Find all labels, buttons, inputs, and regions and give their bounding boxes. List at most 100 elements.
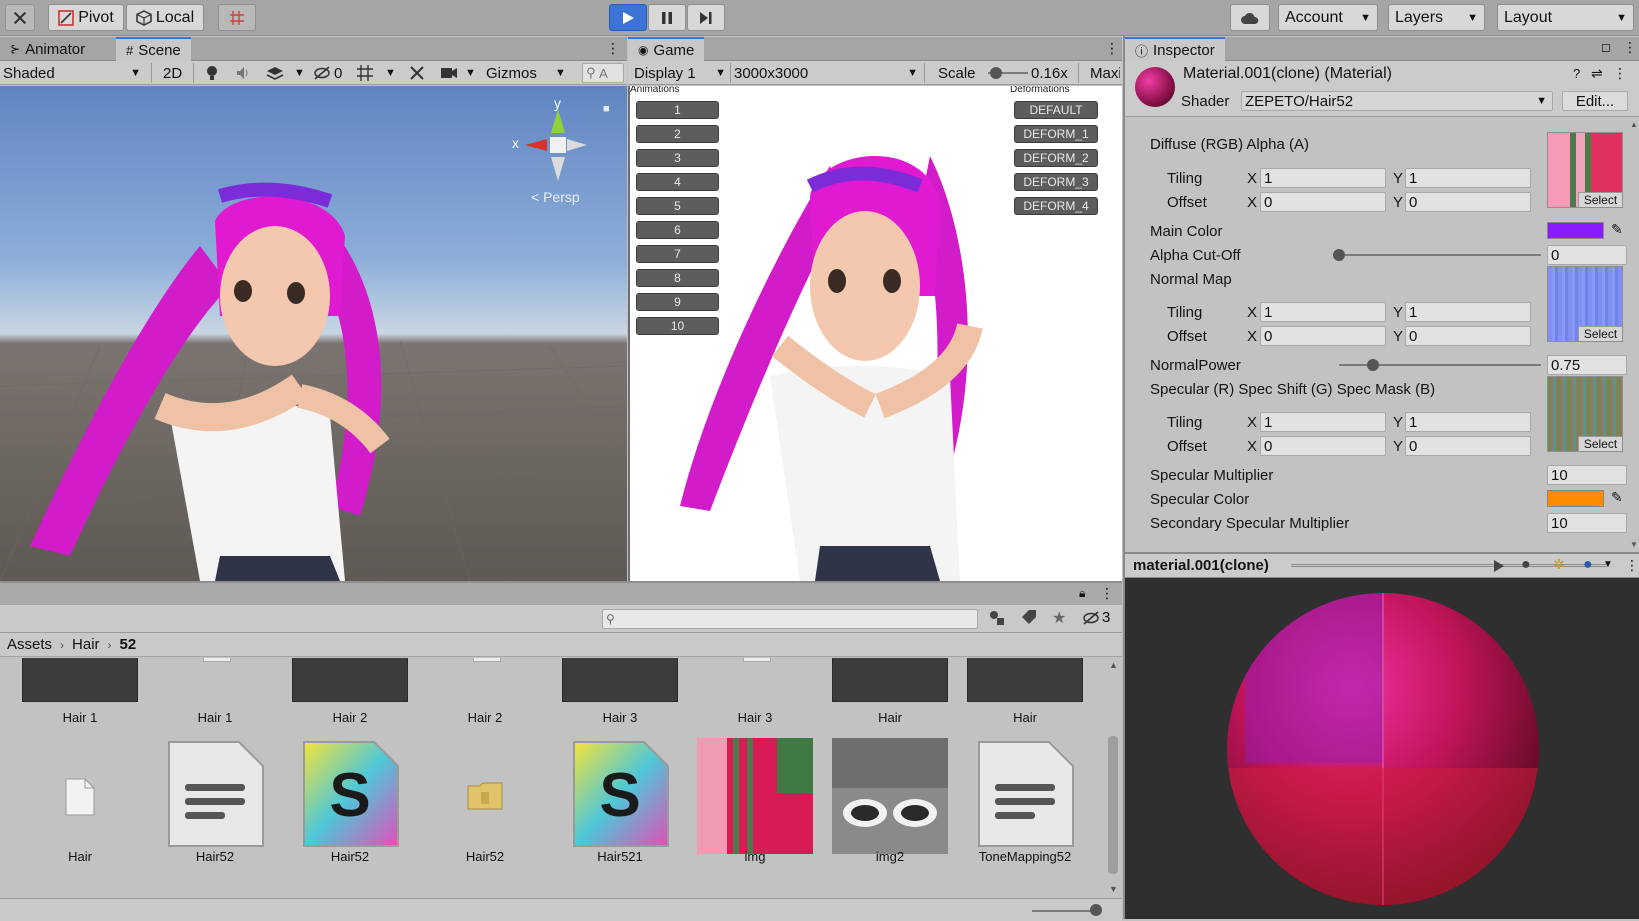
deform-button-4[interactable]: DEFORM_4: [1014, 197, 1098, 215]
panel-menu-icon[interactable]: ⋮: [1105, 40, 1119, 57]
cloud-button[interactable]: [1230, 4, 1270, 31]
resolution-dropdown[interactable]: 3000x3000 ▼: [734, 63, 918, 83]
tab-scene[interactable]: # Scene: [116, 37, 191, 61]
chevron-down-icon[interactable]: ▼: [385, 63, 396, 83]
lock-icon[interactable]: 🔒︎: [1079, 586, 1085, 601]
deform-button-2[interactable]: DEFORM_2: [1014, 149, 1098, 167]
lock-icon[interactable]: ■: [603, 103, 610, 115]
select-button[interactable]: Select: [1578, 192, 1622, 207]
step-button[interactable]: [687, 4, 725, 31]
normal-offset-y[interactable]: 0: [1405, 326, 1531, 346]
lock-icon[interactable]: ◻: [1601, 40, 1611, 54]
shader-dropdown[interactable]: ZEPETO/Hair52 ▼: [1241, 91, 1553, 111]
game-viewport[interactable]: Animations Deformations 1 2 3 4 5 6 7 8 …: [628, 86, 1122, 581]
eyedropper-icon[interactable]: ✎: [1611, 221, 1623, 238]
diffuse-offset-y[interactable]: 0: [1405, 192, 1531, 212]
mesh-shape-icon[interactable]: ●: [1583, 556, 1593, 574]
breadcrumb-hair[interactable]: Hair: [72, 636, 100, 653]
play-button[interactable]: [609, 4, 647, 31]
play-icon[interactable]: [1493, 559, 1505, 573]
chevron-down-icon[interactable]: ▼: [555, 63, 566, 83]
chevron-down-icon[interactable]: ▼: [1603, 559, 1613, 570]
pivot-toggle[interactable]: Pivot: [48, 4, 124, 31]
select-button[interactable]: Select: [1578, 436, 1622, 451]
normal-offset-x[interactable]: 0: [1260, 326, 1386, 346]
normal-power-knob[interactable]: [1367, 359, 1380, 371]
maximize-toggle[interactable]: Maxi: [1090, 63, 1120, 83]
inspector-scrollbar[interactable]: ▲ ▼: [1628, 118, 1639, 552]
diffuse-texture-slot[interactable]: Select: [1547, 132, 1623, 208]
chevron-down-icon[interactable]: ▼: [1630, 540, 1638, 549]
help-icon[interactable]: ?: [1573, 66, 1580, 81]
effects-toggle[interactable]: [266, 63, 284, 83]
secondary-specular-input[interactable]: 10: [1547, 513, 1627, 533]
scrollbar-thumb[interactable]: [1108, 736, 1118, 874]
diffuse-tiling-y[interactable]: 1: [1405, 168, 1531, 188]
projection-label[interactable]: < Persp: [531, 189, 580, 205]
spec-offset-x[interactable]: 0: [1260, 436, 1386, 456]
breadcrumb-52[interactable]: 52: [120, 636, 137, 653]
panel-menu-icon[interactable]: ⋮: [1625, 557, 1639, 574]
animation-button-10[interactable]: 10: [636, 317, 719, 335]
display-dropdown[interactable]: Display 1 ▼: [634, 63, 726, 83]
tab-game[interactable]: ◉ Game: [628, 37, 705, 61]
camera-settings-button[interactable]: [440, 63, 458, 83]
deform-button-3[interactable]: DEFORM_3: [1014, 173, 1098, 191]
hidden-packages-toggle[interactable]: 3: [1082, 609, 1110, 626]
scene-search-input[interactable]: ⚲ A: [582, 63, 624, 83]
filter-by-type-icon[interactable]: [988, 609, 1006, 631]
animation-button-4[interactable]: 4: [636, 173, 719, 191]
chevron-up-icon[interactable]: ▲: [1109, 660, 1118, 670]
breadcrumb-assets[interactable]: Assets: [7, 636, 52, 653]
tab-inspector[interactable]: ⓘ Inspector: [1125, 37, 1225, 61]
audio-toggle[interactable]: [235, 63, 251, 83]
grid-snap-button[interactable]: [218, 4, 256, 31]
deform-button-default[interactable]: DEFAULT: [1014, 101, 1098, 119]
chevron-down-icon[interactable]: ▼: [465, 63, 476, 83]
favorites-star-icon[interactable]: ★: [1052, 608, 1066, 628]
normal-power-input[interactable]: 0.75: [1547, 355, 1627, 375]
normal-tiling-y[interactable]: 1: [1405, 302, 1531, 322]
alpha-cutoff-slider[interactable]: [1339, 254, 1541, 256]
project-search-input[interactable]: ⚲: [602, 609, 978, 629]
icon-size-slider[interactable]: [1032, 910, 1098, 912]
panel-menu-icon[interactable]: ⋮: [606, 40, 620, 57]
animation-button-3[interactable]: 3: [636, 149, 719, 167]
spec-offset-y[interactable]: 0: [1405, 436, 1531, 456]
panel-menu-icon[interactable]: ⋮: [1100, 585, 1114, 602]
gizmos-dropdown[interactable]: Gizmos: [486, 63, 537, 83]
layers-dropdown[interactable]: Layers ▼: [1388, 4, 1485, 31]
icon-size-slider-knob[interactable]: [1090, 904, 1102, 916]
presets-icon[interactable]: ⇌: [1591, 65, 1603, 82]
asset-grid-scrollbar[interactable]: ▲ ▼: [1105, 658, 1122, 898]
animation-button-7[interactable]: 7: [636, 245, 719, 263]
tab-animator[interactable]: ⊱ Animator: [0, 37, 95, 61]
diffuse-offset-x[interactable]: 0: [1260, 192, 1386, 212]
hidden-objects-toggle[interactable]: 0: [313, 63, 342, 83]
alpha-cutoff-input[interactable]: 0: [1547, 245, 1627, 265]
animation-button-2[interactable]: 2: [636, 125, 719, 143]
eyedropper-icon[interactable]: ✎: [1611, 489, 1623, 506]
spec-tiling-x[interactable]: 1: [1260, 412, 1386, 432]
diffuse-tiling-x[interactable]: 1: [1260, 168, 1386, 188]
tools-overlay-toggle[interactable]: [409, 63, 425, 83]
component-menu-icon[interactable]: ⋮: [1613, 65, 1627, 82]
tools-button[interactable]: [5, 4, 35, 31]
animation-button-5[interactable]: 5: [636, 197, 719, 215]
animation-button-8[interactable]: 8: [636, 269, 719, 287]
pause-button[interactable]: [648, 4, 686, 31]
chevron-down-icon[interactable]: ▼: [294, 63, 305, 83]
sphere-preview-icon[interactable]: ●: [1521, 556, 1531, 574]
grid-toggle[interactable]: [356, 63, 374, 83]
lighting-toggle[interactable]: [204, 63, 220, 83]
shading-mode-dropdown[interactable]: Shaded ▼: [3, 63, 145, 83]
animation-button-6[interactable]: 6: [636, 221, 719, 239]
specular-color-swatch[interactable]: [1547, 490, 1604, 507]
normal-map-texture-slot[interactable]: Select: [1547, 266, 1623, 342]
scene-viewport[interactable]: y x < Persp ■: [0, 86, 627, 581]
normal-tiling-x[interactable]: 1: [1260, 302, 1386, 322]
local-toggle[interactable]: Local: [126, 4, 204, 31]
material-preview[interactable]: [1125, 578, 1639, 919]
specular-multiplier-input[interactable]: 10: [1547, 465, 1627, 485]
panel-menu-icon[interactable]: ⋮: [1623, 39, 1637, 56]
